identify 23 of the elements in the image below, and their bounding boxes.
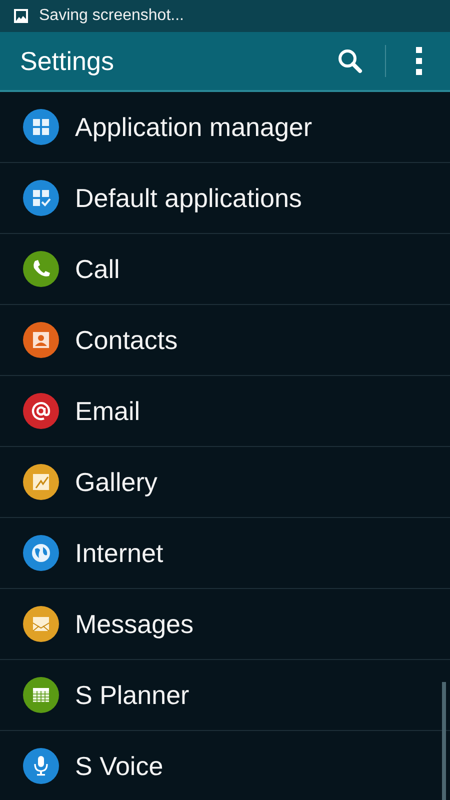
item-label: S Planner (75, 680, 190, 710)
item-label: Contacts (75, 324, 178, 356)
item-label: Gallery (75, 466, 158, 498)
settings-item[interactable]: Email (0, 376, 450, 447)
item-label: Default applications (75, 182, 302, 214)
settings-item[interactable]: Messages (0, 589, 450, 660)
settings-item[interactable]: Application manager (0, 92, 450, 163)
settings-item[interactable]: Contacts (0, 305, 450, 376)
settings-item[interactable]: Internet (0, 518, 450, 589)
item-label: Email (75, 396, 140, 426)
item-label: Application manager (75, 112, 312, 142)
settings-item[interactable]: Default applications (0, 163, 450, 234)
item-label: Call (75, 254, 120, 284)
item-label: Internet (75, 538, 164, 568)
item-label: Messages (75, 608, 194, 640)
more-options-icon[interactable] (416, 47, 422, 75)
screen-title: Settings (20, 46, 115, 76)
notification-text: Saving screenshot... (39, 7, 184, 25)
image-icon (13, 8, 29, 24)
search-icon[interactable] (337, 48, 363, 74)
settings-item[interactable]: Gallery (0, 447, 450, 518)
item-label: S Voice (75, 750, 164, 782)
settings-item[interactable]: Call (0, 234, 450, 305)
